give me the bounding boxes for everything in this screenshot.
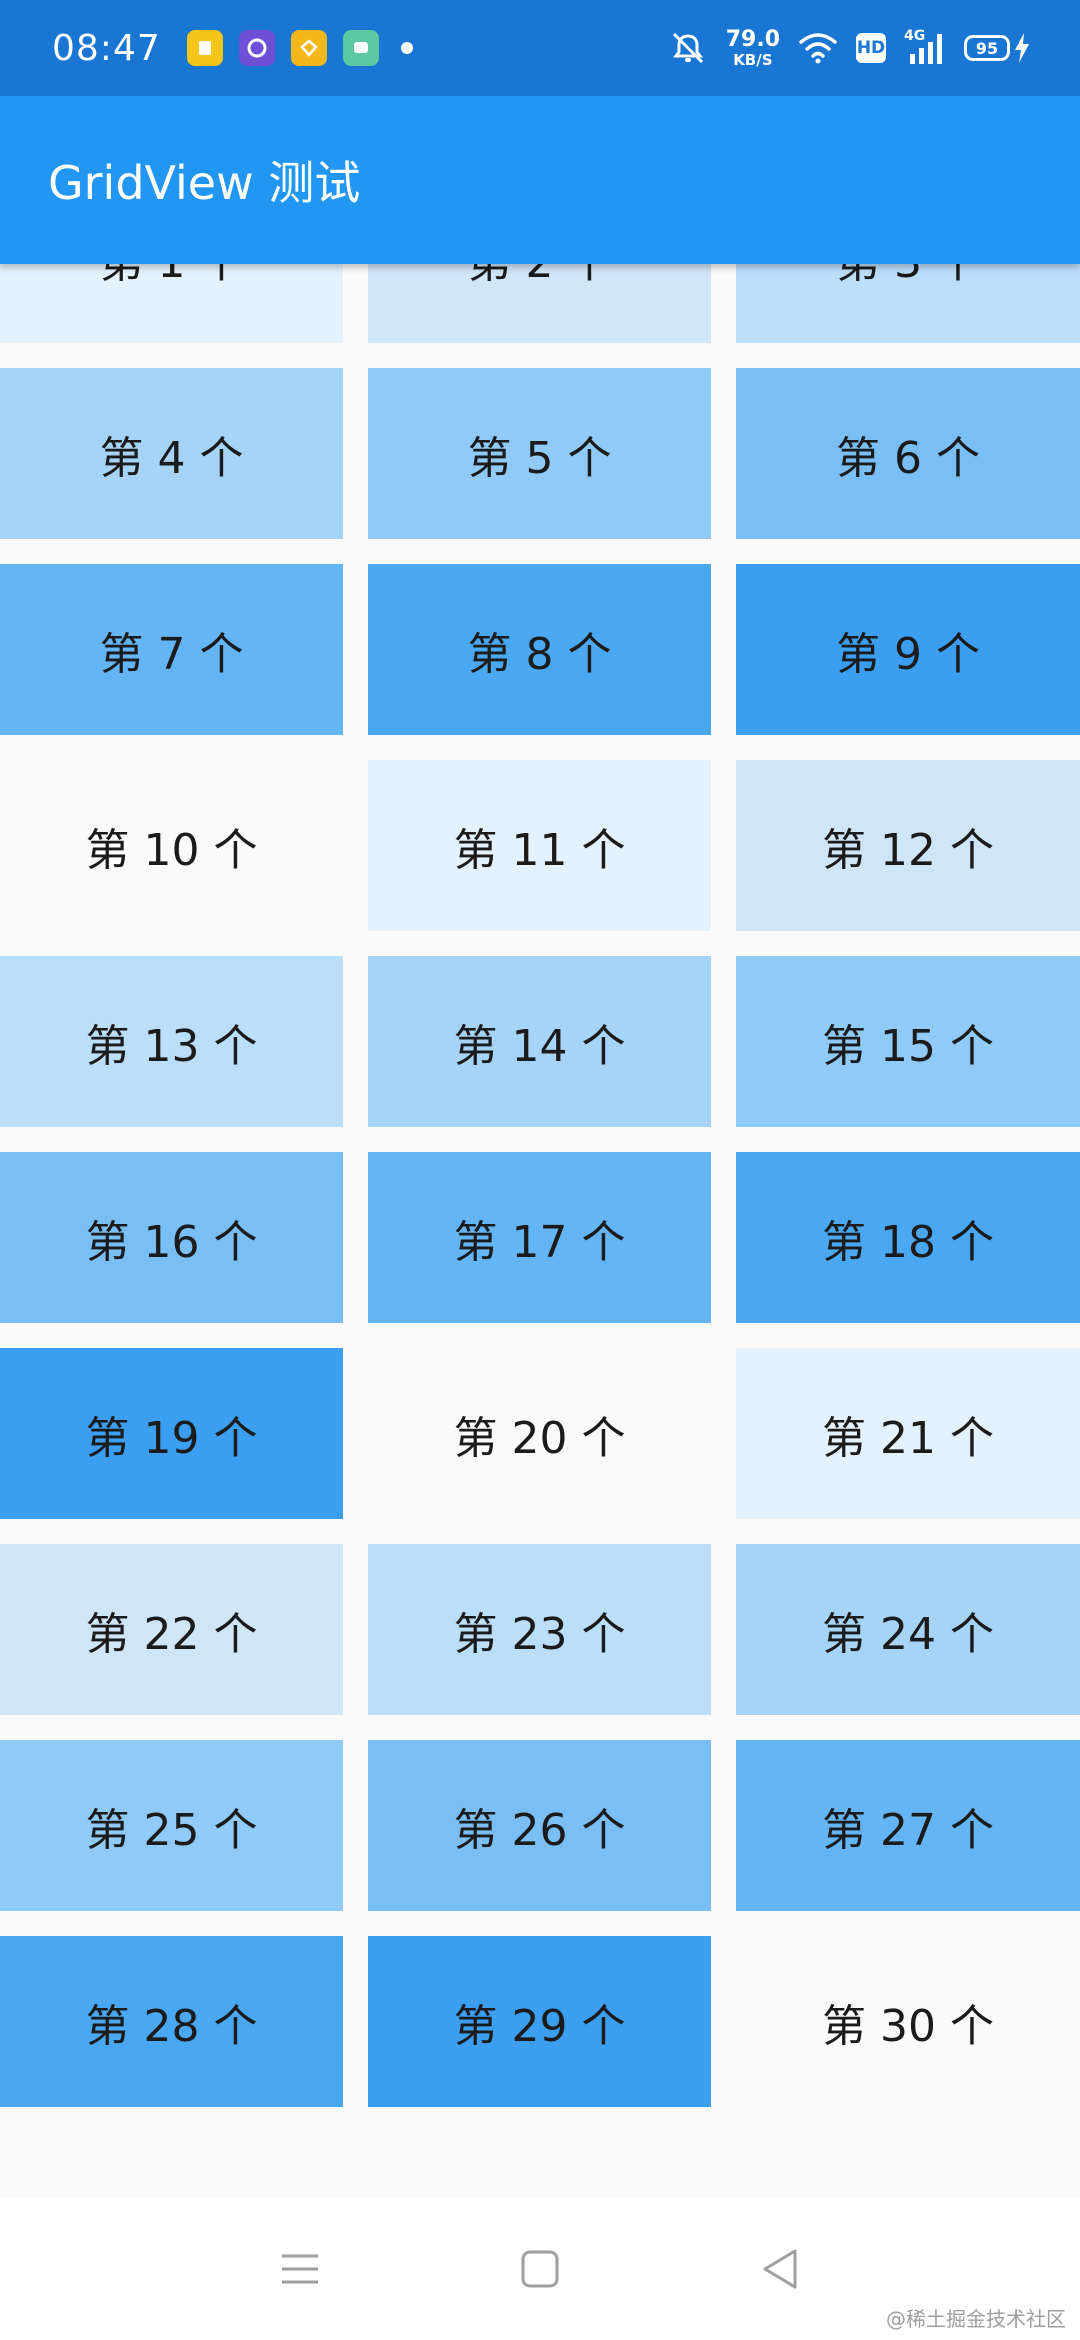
network-speed: 79.0 KB/S: [725, 26, 780, 69]
hd-badge: HD: [856, 33, 886, 63]
grid-item[interactable]: 第 17 个: [368, 1152, 711, 1323]
grid-item[interactable]: 第 30 个: [736, 1936, 1080, 2107]
back-icon: [763, 2249, 797, 2289]
status-indicators: 79.0 KB/S HD 4G 95: [668, 26, 1030, 69]
battery-level: 95: [964, 35, 1010, 61]
mute-bell-icon: [668, 30, 708, 66]
grid-item[interactable]: 第 29 个: [368, 1936, 711, 2107]
back-button[interactable]: [740, 2229, 820, 2309]
watermark: @稀土掘金技术社区: [882, 2301, 1070, 2334]
grid-item[interactable]: 第 12 个: [736, 760, 1080, 931]
grid-item[interactable]: 第 4 个: [0, 368, 343, 539]
grid-item[interactable]: 第 28 个: [0, 1936, 343, 2107]
grid-item[interactable]: 第 2 个: [368, 264, 711, 343]
chat-app-icon: [342, 30, 379, 66]
grid-item[interactable]: 第 14 个: [368, 956, 711, 1127]
cell-signal-icon: 4G: [904, 28, 946, 66]
notes-app-icon: [186, 30, 223, 66]
grid-item[interactable]: 第 8 个: [368, 564, 711, 735]
grid-item[interactable]: 第 1 个: [0, 264, 343, 343]
app-screen: 08:47 79.0 KB/S HD 4G 95 GridView 测试 第 4…: [0, 0, 1080, 2340]
status-time: 08:47: [52, 27, 161, 69]
network-speed-unit: KB/S: [733, 50, 773, 69]
grid-item[interactable]: 第 22 个: [0, 1544, 343, 1715]
grid-item[interactable]: 第 13 个: [0, 956, 343, 1127]
status-bar: 08:47 79.0 KB/S HD 4G 95: [0, 0, 1080, 96]
grid-item[interactable]: 第 20 个: [368, 1348, 711, 1519]
grid-item[interactable]: 第 15 个: [736, 956, 1080, 1127]
home-icon: [521, 2250, 559, 2288]
browser-app-icon: [238, 30, 275, 66]
grid-item[interactable]: 第 6 个: [736, 368, 1080, 539]
grid-item[interactable]: 第 27 个: [736, 1740, 1080, 1911]
menu-icon: [282, 2254, 318, 2284]
grid-item[interactable]: 第 10 个: [0, 760, 343, 931]
grid-item[interactable]: 第 21 个: [736, 1348, 1080, 1519]
notification-icons: [186, 30, 413, 66]
grid: 第 1 个第 2 个第 3 个第 4 个第 5 个第 6 个第 7 个第 8 个…: [0, 264, 1080, 2107]
home-button[interactable]: [500, 2229, 580, 2309]
grid-item[interactable]: 第 9 个: [736, 564, 1080, 735]
grid-item[interactable]: 第 3 个: [736, 264, 1080, 343]
charging-bolt-icon: [1015, 33, 1029, 63]
grid-item[interactable]: 第 5 个: [368, 368, 711, 539]
grid-item[interactable]: 第 11 个: [368, 760, 711, 931]
gem-app-icon: [290, 30, 327, 66]
wifi-icon: [798, 31, 838, 65]
grid-item[interactable]: 第 24 个: [736, 1544, 1080, 1715]
grid-item[interactable]: 第 16 个: [0, 1152, 343, 1323]
grid-item[interactable]: 第 19 个: [0, 1348, 343, 1519]
page-title: GridView 测试: [48, 156, 361, 210]
app-bar: GridView 测试: [0, 96, 1080, 264]
grid-view[interactable]: 第 1 个第 2 个第 3 个第 4 个第 5 个第 6 个第 7 个第 8 个…: [0, 264, 1080, 2198]
grid-item[interactable]: 第 26 个: [368, 1740, 711, 1911]
menu-button[interactable]: [260, 2229, 340, 2309]
network-speed-value: 79.0: [725, 26, 780, 52]
battery-indicator: 95: [964, 33, 1030, 63]
grid-item[interactable]: 第 7 个: [0, 564, 343, 735]
grid-item[interactable]: 第 18 个: [736, 1152, 1080, 1323]
grid-item[interactable]: 第 25 个: [0, 1740, 343, 1911]
grid-item[interactable]: 第 23 个: [368, 1544, 711, 1715]
more-notifications-dot: [400, 42, 413, 54]
